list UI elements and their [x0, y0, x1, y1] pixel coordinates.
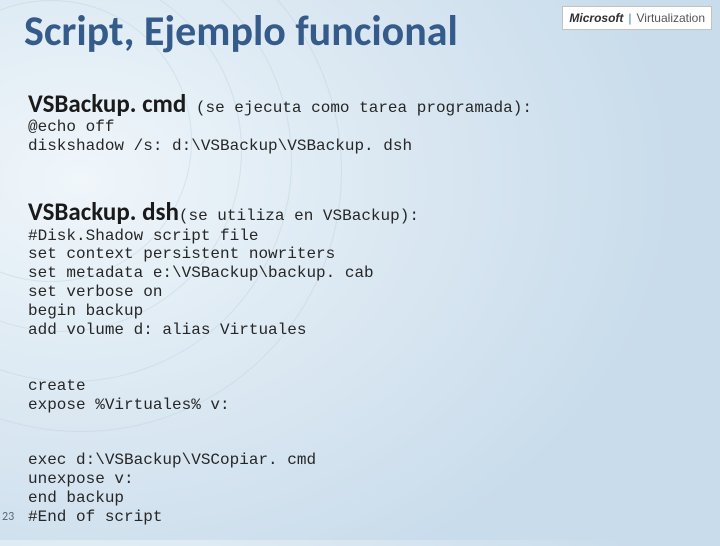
heading-vsbackup-dsh: VSBackup. dsh: [28, 196, 179, 227]
section-exec: exec d:\VSBackup\VSCopiar. cmd unexpose …: [28, 451, 688, 527]
code-vsbackup-cmd: @echo off diskshadow /s: d:\VSBackup\VSB…: [28, 118, 412, 155]
logo-virt: Virtualization: [637, 11, 705, 25]
section-vsbackup-dsh: VSBackup. dsh(se utiliza en VSBackup): #…: [28, 197, 688, 340]
logo-sep: |: [628, 11, 631, 25]
section-vsbackup-cmd: VSBackup. cmd (se ejecuta como tarea pro…: [28, 89, 688, 156]
code-exec: exec d:\VSBackup\VSCopiar. cmd unexpose …: [28, 451, 316, 526]
logo-ms: Microsoft: [569, 11, 623, 25]
page-number: 23: [2, 510, 14, 524]
note-vsbackup-dsh: (se utiliza en VSBackup):: [179, 207, 419, 225]
note-vsbackup-cmd: (se ejecuta como tarea programada):: [186, 99, 532, 117]
slide-title: Script, Ejemplo funcional: [24, 6, 458, 57]
code-create: create expose %Virtuales% v:: [28, 377, 230, 414]
slide-body: VSBackup. cmd (se ejecuta como tarea pro…: [28, 70, 688, 546]
heading-vsbackup-cmd: VSBackup. cmd: [28, 88, 186, 119]
microsoft-virtualization-logo: Microsoft | Virtualization: [562, 6, 712, 30]
section-create: create expose %Virtuales% v:: [28, 377, 688, 415]
code-vsbackup-dsh: #Disk.Shadow script file set context per…: [28, 227, 374, 339]
